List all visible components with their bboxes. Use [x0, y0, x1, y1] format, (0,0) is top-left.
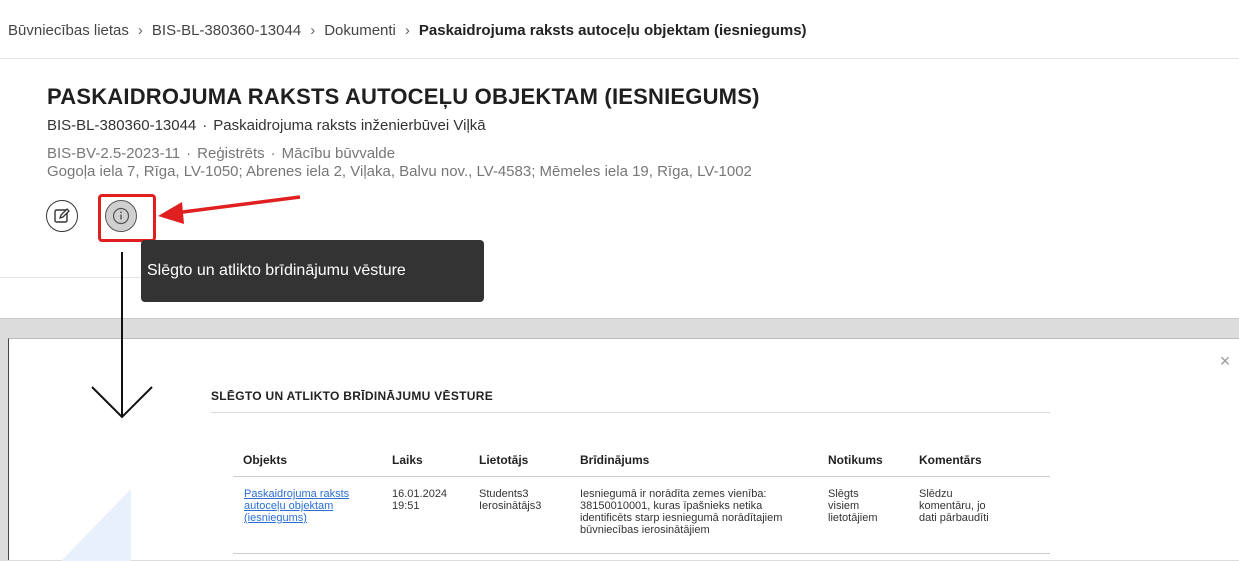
- column-header-comment: Komentārs: [919, 453, 982, 467]
- registration-number: BIS-BV-2.5-2023-11: [47, 145, 181, 162]
- close-icon[interactable]: ×: [1217, 352, 1233, 370]
- document-panel: Būvniecības lietas › BIS-BL-380360-13044…: [0, 0, 1239, 319]
- breadcrumb-separator: ›: [310, 21, 316, 39]
- case-id: BIS-BL-380360-13044: [47, 117, 197, 134]
- breadcrumb-item-case[interactable]: BIS-BL-380360-13044: [152, 22, 301, 39]
- column-header-object: Objekts: [243, 453, 288, 467]
- tooltip-text: Slēgto un atlikto brīdinājumu vēsture: [147, 262, 406, 279]
- addresses: Gogoļa iela 7, Rīga, LV-1050; Abrenes ie…: [47, 163, 752, 180]
- watermark-shape: [61, 489, 131, 561]
- meta-separator: ·: [270, 145, 276, 162]
- event-cell: Slēgts visiem lietotājiem: [828, 488, 878, 524]
- table-header: Objekts Laiks Lietotājs Brīdinājums Noti…: [233, 453, 1050, 473]
- divider: [0, 277, 141, 278]
- divider: [0, 58, 1239, 59]
- authority-name: Mācību būvvalde: [281, 145, 396, 162]
- divider: [233, 476, 1050, 477]
- column-header-event: Notikums: [828, 453, 883, 467]
- breadcrumb-current: Paskaidrojuma raksts autoceļu objektam (…: [418, 21, 807, 39]
- page-title: PASKAIDROJUMA RAKSTS AUTOCEĻU OBJEKTAM (…: [47, 84, 760, 109]
- modal-title: SLĒGTO UN ATLIKTO BRĪDINĀJUMU VĒSTURE: [211, 389, 494, 403]
- object-link[interactable]: Paskaidrojuma raksts autoceļu objektam (…: [244, 488, 369, 524]
- edit-button[interactable]: [46, 200, 78, 232]
- case-info: BIS-BL-380360-13044 · Paskaidrojuma raksts…: [47, 117, 486, 134]
- column-header-warning: Brīdinājums: [580, 453, 650, 467]
- breadcrumb: Būvniecības lietas › BIS-BL-380360-13044…: [8, 20, 807, 40]
- edit-icon: [54, 208, 70, 223]
- column-header-user: Lietotājs: [479, 453, 529, 467]
- breadcrumb-item-documents[interactable]: Dokumenti: [324, 22, 396, 39]
- comment-cell: Slēdzu komentāru, jo dati pārbaudīti: [919, 488, 989, 524]
- breadcrumb-separator: ›: [137, 21, 143, 39]
- warning-cell: Iesniegumā ir norādīta zemes vienība: 38…: [580, 488, 783, 536]
- status-text: Reģistrēts: [197, 145, 265, 162]
- tooltip: Slēgto un atlikto brīdinājumu vēsture: [141, 240, 484, 302]
- divider: [233, 553, 1050, 554]
- highlight-frame: [98, 194, 156, 242]
- user-cell: Students3 Ierosinātājs3: [479, 488, 542, 512]
- column-header-time: Laiks: [392, 453, 423, 467]
- warning-history-modal: × SLĒGTO UN ATLIKTO BRĪDINĀJUMU VĒSTURE …: [8, 338, 1239, 561]
- time-cell: 16.01.2024 19:51: [392, 488, 448, 512]
- meta-separator: ·: [202, 117, 208, 134]
- meta-separator: ·: [186, 145, 192, 162]
- breadcrumb-separator: ›: [404, 21, 410, 39]
- registration-info: BIS-BV-2.5-2023-11 · Reģistrēts · Mācību būv…: [47, 145, 395, 162]
- breadcrumb-item-cases[interactable]: Būvniecības lietas: [8, 22, 129, 39]
- case-description: Paskaidrojuma raksts inženierbūvei Viļkā: [213, 117, 486, 134]
- divider: [211, 412, 1050, 413]
